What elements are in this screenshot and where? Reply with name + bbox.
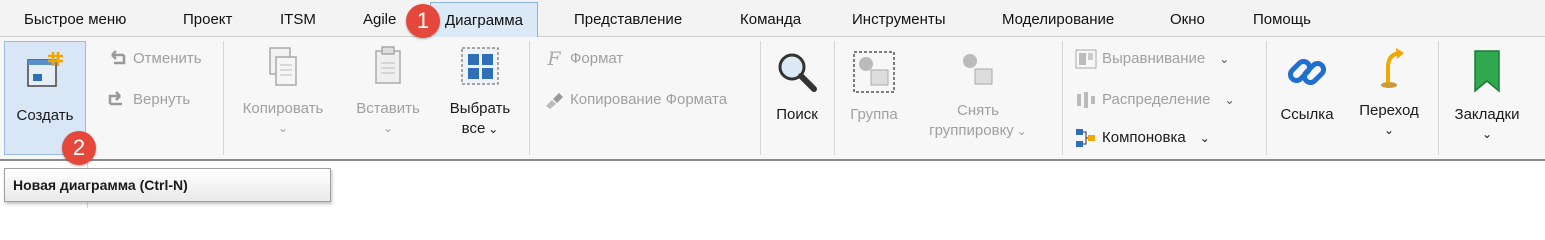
distribute-icon <box>1077 92 1095 109</box>
diagram-ribbon: Создать Отменить Вернуть Копировать ⌄ Вс… <box>0 37 1545 161</box>
goto-button[interactable]: Переход ⌄ <box>1352 45 1426 137</box>
link-label: Ссылка <box>1280 106 1334 123</box>
distribute-label: Распределение <box>1102 91 1211 109</box>
paste-label: Вставить <box>356 100 420 117</box>
menu-help[interactable]: Помощь <box>1253 11 1311 28</box>
select-all-label-line2: все <box>461 120 486 137</box>
chevron-down-icon: ⌄ <box>1224 93 1235 107</box>
align-button[interactable]: Выравнивание ⌄ <box>1075 49 1229 69</box>
chevron-down-icon: ⌄ <box>1481 127 1493 141</box>
goto-label: Переход <box>1359 102 1419 119</box>
redo-icon <box>108 91 122 106</box>
undo-icon <box>111 50 126 65</box>
chevron-down-icon: ⌄ <box>1219 52 1230 66</box>
separator <box>1438 41 1439 155</box>
menu-view[interactable]: Представление <box>574 11 682 28</box>
chevron-down-icon: ⌄ <box>1199 131 1210 145</box>
copy-button[interactable]: Копировать ⌄ <box>233 45 333 135</box>
align-label: Выравнивание <box>1102 50 1206 68</box>
copy-icon <box>269 47 297 86</box>
menu-window[interactable]: Окно <box>1170 11 1205 28</box>
chevron-down-icon: ⌄ <box>488 122 499 136</box>
align-icon <box>1075 49 1097 69</box>
select-all-button[interactable]: Выбрать все ⌄ <box>440 45 520 139</box>
step-badge-2: 2 <box>62 131 96 165</box>
separator <box>760 41 761 155</box>
redo-label: Вернуть <box>133 91 191 109</box>
bookmarks-label: Закладки <box>1454 106 1520 123</box>
layout-icon <box>1076 129 1095 148</box>
menu-modeling[interactable]: Моделирование <box>1002 11 1114 28</box>
group-button[interactable]: Группа <box>843 49 905 125</box>
format-label: Формат <box>570 50 624 68</box>
separator <box>1062 41 1063 155</box>
step-badge-1: 1 <box>406 4 440 38</box>
undo-button[interactable]: Отменить <box>106 49 202 69</box>
main-menu-bar: Быстрое меню Проект ITSM Agile Диаграмма… <box>0 0 1545 38</box>
bookmark-icon <box>1474 50 1500 93</box>
ungroup-label-line1: Снять <box>957 102 999 119</box>
ungroup-icon <box>963 54 993 85</box>
menu-quick-menu[interactable]: Быстрое меню <box>24 11 126 28</box>
bookmarks-button[interactable]: Закладки ⌄ <box>1446 49 1528 141</box>
menu-diagram[interactable]: Диаграмма <box>430 2 539 38</box>
format-painter-icon <box>546 93 563 110</box>
goto-icon <box>1381 48 1404 88</box>
search-button[interactable]: Поиск <box>767 49 827 125</box>
format-button[interactable]: F Формат <box>543 49 623 69</box>
select-all-icon <box>461 47 499 85</box>
separator <box>223 41 224 155</box>
layout-button[interactable]: Компоновка ⌄ <box>1075 128 1210 148</box>
paste-button[interactable]: Вставить ⌄ <box>345 45 431 135</box>
link-icon <box>1287 58 1327 86</box>
copy-format-button[interactable]: Копирование Формата <box>543 90 727 110</box>
separator <box>834 41 835 155</box>
chevron-down-icon: ⌄ <box>277 121 289 135</box>
undo-label: Отменить <box>133 50 202 68</box>
layout-label: Компоновка <box>1102 129 1186 147</box>
chevron-down-icon: ⌄ <box>382 121 394 135</box>
chevron-down-icon: ⌄ <box>1383 123 1395 137</box>
search-label: Поиск <box>776 106 818 123</box>
select-all-label-line1: Выбрать <box>449 100 511 117</box>
copy-format-label: Копирование Формата <box>570 91 728 109</box>
menu-team[interactable]: Команда <box>740 11 801 28</box>
menu-project[interactable]: Проект <box>183 11 232 28</box>
menu-agile[interactable]: Agile <box>363 11 396 28</box>
group-label: Группа <box>850 106 898 123</box>
separator <box>529 41 530 155</box>
ungroup-button[interactable]: Снять группировку ⌄ <box>918 49 1038 141</box>
format-icon: F <box>547 48 561 71</box>
copy-label: Копировать <box>242 100 324 117</box>
distribute-button[interactable]: Распределение ⌄ <box>1075 90 1235 110</box>
group-icon <box>853 51 895 93</box>
paste-icon <box>375 46 401 84</box>
menu-tools[interactable]: Инструменты <box>852 11 946 28</box>
menu-itsm[interactable]: ITSM <box>280 11 316 28</box>
create-label: Создать <box>16 107 74 124</box>
search-icon <box>778 53 817 92</box>
chevron-down-icon: ⌄ <box>1016 124 1027 138</box>
new-diagram-icon <box>27 52 63 87</box>
redo-button[interactable]: Вернуть <box>106 90 190 110</box>
ungroup-label-line2: группировку <box>929 122 1014 139</box>
create-tooltip: Новая диаграмма (Ctrl-N) <box>4 168 331 202</box>
separator <box>1266 41 1267 155</box>
link-button[interactable]: Ссылка <box>1274 49 1340 125</box>
